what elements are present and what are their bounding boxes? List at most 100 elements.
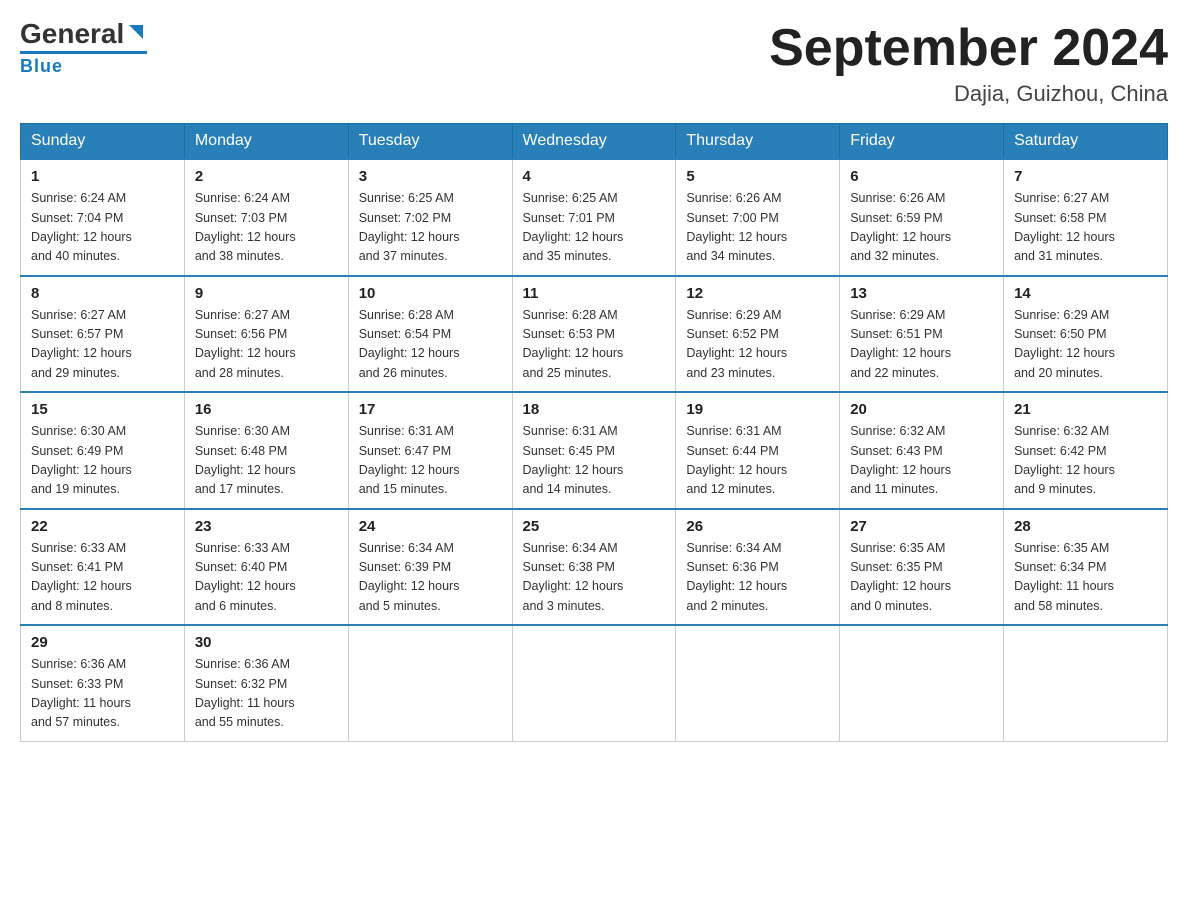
calendar-cell: 10 Sunrise: 6:28 AMSunset: 6:54 PMDayligh…: [348, 276, 512, 393]
day-info: Sunrise: 6:36 AMSunset: 6:33 PMDaylight:…: [31, 655, 174, 733]
calendar-cell: [348, 625, 512, 741]
calendar-cell: 15Sunrise: 6:30 AMSunset: 6:49 PMDayligh…: [21, 392, 185, 509]
logo-blue-text: Blue: [20, 56, 63, 77]
day-number: 18: [523, 401, 666, 418]
location-title: Dajia, Guizhou, China: [769, 81, 1168, 107]
day-info: Sunrise: 6:27 AMSunset: 6:58 PMDaylight:…: [1014, 189, 1157, 267]
calendar-cell: 30 Sunrise: 6:36 AMSunset: 6:32 PMDayligh…: [184, 625, 348, 741]
calendar-table: SundayMondayTuesdayWednesdayThursdayFrid…: [20, 123, 1168, 742]
day-number: 20: [850, 401, 993, 418]
calendar-cell: 17 Sunrise: 6:31 AMSunset: 6:47 PMDayligh…: [348, 392, 512, 509]
day-info: Sunrise: 6:31 AMSunset: 6:45 PMDaylight:…: [523, 422, 666, 500]
day-number: 4: [523, 168, 666, 185]
day-info: Sunrise: 6:28 AMSunset: 6:53 PMDaylight:…: [523, 306, 666, 384]
col-header-monday: Monday: [184, 124, 348, 160]
calendar-cell: 9 Sunrise: 6:27 AMSunset: 6:56 PMDaylight…: [184, 276, 348, 393]
calendar-cell: [676, 625, 840, 741]
calendar-cell: 29 Sunrise: 6:36 AMSunset: 6:33 PMDayligh…: [21, 625, 185, 741]
day-info: Sunrise: 6:29 AMSunset: 6:50 PMDaylight:…: [1014, 306, 1157, 384]
day-number: 24: [359, 518, 502, 535]
day-number: 19: [686, 401, 829, 418]
calendar-cell: 24Sunrise: 6:34 AMSunset: 6:39 PMDayligh…: [348, 509, 512, 626]
calendar-cell: 12Sunrise: 6:29 AMSunset: 6:52 PMDayligh…: [676, 276, 840, 393]
calendar-cell: 13 Sunrise: 6:29 AMSunset: 6:51 PMDayligh…: [840, 276, 1004, 393]
day-number: 28: [1014, 518, 1157, 535]
day-number: 30: [195, 634, 338, 651]
calendar-cell: [840, 625, 1004, 741]
page-header: General Blue September 2024 Dajia, Guizh…: [20, 20, 1168, 107]
day-number: 29: [31, 634, 174, 651]
calendar-cell: 19 Sunrise: 6:31 AMSunset: 6:44 PMDayligh…: [676, 392, 840, 509]
calendar-cell: [512, 625, 676, 741]
calendar-cell: 25Sunrise: 6:34 AMSunset: 6:38 PMDayligh…: [512, 509, 676, 626]
calendar-week-row: 15Sunrise: 6:30 AMSunset: 6:49 PMDayligh…: [21, 392, 1168, 509]
day-number: 3: [359, 168, 502, 185]
day-number: 14: [1014, 285, 1157, 302]
calendar-cell: [1004, 625, 1168, 741]
day-number: 21: [1014, 401, 1157, 418]
day-number: 25: [523, 518, 666, 535]
calendar-header-row: SundayMondayTuesdayWednesdayThursdayFrid…: [21, 124, 1168, 160]
calendar-cell: 20 Sunrise: 6:32 AMSunset: 6:43 PMDayligh…: [840, 392, 1004, 509]
calendar-cell: 27Sunrise: 6:35 AMSunset: 6:35 PMDayligh…: [840, 509, 1004, 626]
col-header-sunday: Sunday: [21, 124, 185, 160]
day-number: 17: [359, 401, 502, 418]
col-header-thursday: Thursday: [676, 124, 840, 160]
col-header-friday: Friday: [840, 124, 1004, 160]
day-info: Sunrise: 6:36 AMSunset: 6:32 PMDaylight:…: [195, 655, 338, 733]
day-number: 2: [195, 168, 338, 185]
day-number: 10: [359, 285, 502, 302]
day-info: Sunrise: 6:31 AMSunset: 6:47 PMDaylight:…: [359, 422, 502, 500]
day-info: Sunrise: 6:25 AMSunset: 7:02 PMDaylight:…: [359, 189, 502, 267]
day-info: Sunrise: 6:27 AMSunset: 6:56 PMDaylight:…: [195, 306, 338, 384]
day-info: Sunrise: 6:34 AMSunset: 6:36 PMDaylight:…: [686, 539, 829, 617]
logo: General Blue: [20, 20, 147, 77]
day-info: Sunrise: 6:29 AMSunset: 6:52 PMDaylight:…: [686, 306, 829, 384]
day-info: Sunrise: 6:24 AMSunset: 7:03 PMDaylight:…: [195, 189, 338, 267]
calendar-cell: 26 Sunrise: 6:34 AMSunset: 6:36 PMDayligh…: [676, 509, 840, 626]
calendar-week-row: 29 Sunrise: 6:36 AMSunset: 6:33 PMDayligh…: [21, 625, 1168, 741]
logo-text: General: [20, 20, 124, 48]
calendar-cell: 23Sunrise: 6:33 AMSunset: 6:40 PMDayligh…: [184, 509, 348, 626]
month-title: September 2024: [769, 20, 1168, 77]
calendar-cell: 1 Sunrise: 6:24 AMSunset: 7:04 PMDaylight…: [21, 159, 185, 276]
day-info: Sunrise: 6:32 AMSunset: 6:42 PMDaylight:…: [1014, 422, 1157, 500]
day-info: Sunrise: 6:24 AMSunset: 7:04 PMDaylight:…: [31, 189, 174, 267]
calendar-cell: 8 Sunrise: 6:27 AMSunset: 6:57 PMDaylight…: [21, 276, 185, 393]
calendar-cell: 3 Sunrise: 6:25 AMSunset: 7:02 PMDaylight…: [348, 159, 512, 276]
calendar-cell: 21 Sunrise: 6:32 AMSunset: 6:42 PMDayligh…: [1004, 392, 1168, 509]
calendar-cell: 11Sunrise: 6:28 AMSunset: 6:53 PMDayligh…: [512, 276, 676, 393]
calendar-cell: 16 Sunrise: 6:30 AMSunset: 6:48 PMDayligh…: [184, 392, 348, 509]
day-info: Sunrise: 6:30 AMSunset: 6:48 PMDaylight:…: [195, 422, 338, 500]
day-number: 22: [31, 518, 174, 535]
calendar-cell: 14 Sunrise: 6:29 AMSunset: 6:50 PMDayligh…: [1004, 276, 1168, 393]
day-number: 1: [31, 168, 174, 185]
col-header-saturday: Saturday: [1004, 124, 1168, 160]
day-number: 13: [850, 285, 993, 302]
day-info: Sunrise: 6:31 AMSunset: 6:44 PMDaylight:…: [686, 422, 829, 500]
day-number: 26: [686, 518, 829, 535]
logo-triangle-icon: [125, 21, 147, 43]
day-number: 5: [686, 168, 829, 185]
day-number: 16: [195, 401, 338, 418]
day-info: Sunrise: 6:29 AMSunset: 6:51 PMDaylight:…: [850, 306, 993, 384]
day-info: Sunrise: 6:27 AMSunset: 6:57 PMDaylight:…: [31, 306, 174, 384]
day-number: 7: [1014, 168, 1157, 185]
day-info: Sunrise: 6:33 AMSunset: 6:40 PMDaylight:…: [195, 539, 338, 617]
day-number: 8: [31, 285, 174, 302]
calendar-cell: 6Sunrise: 6:26 AMSunset: 6:59 PMDaylight…: [840, 159, 1004, 276]
calendar-cell: 5Sunrise: 6:26 AMSunset: 7:00 PMDaylight…: [676, 159, 840, 276]
day-info: Sunrise: 6:25 AMSunset: 7:01 PMDaylight:…: [523, 189, 666, 267]
day-info: Sunrise: 6:32 AMSunset: 6:43 PMDaylight:…: [850, 422, 993, 500]
calendar-cell: 18 Sunrise: 6:31 AMSunset: 6:45 PMDayligh…: [512, 392, 676, 509]
day-number: 15: [31, 401, 174, 418]
day-number: 9: [195, 285, 338, 302]
col-header-wednesday: Wednesday: [512, 124, 676, 160]
calendar-week-row: 8 Sunrise: 6:27 AMSunset: 6:57 PMDaylight…: [21, 276, 1168, 393]
day-info: Sunrise: 6:28 AMSunset: 6:54 PMDaylight:…: [359, 306, 502, 384]
calendar-cell: 28Sunrise: 6:35 AMSunset: 6:34 PMDayligh…: [1004, 509, 1168, 626]
calendar-cell: 4 Sunrise: 6:25 AMSunset: 7:01 PMDaylight…: [512, 159, 676, 276]
calendar-cell: 22Sunrise: 6:33 AMSunset: 6:41 PMDayligh…: [21, 509, 185, 626]
day-number: 6: [850, 168, 993, 185]
calendar-cell: 2 Sunrise: 6:24 AMSunset: 7:03 PMDaylight…: [184, 159, 348, 276]
